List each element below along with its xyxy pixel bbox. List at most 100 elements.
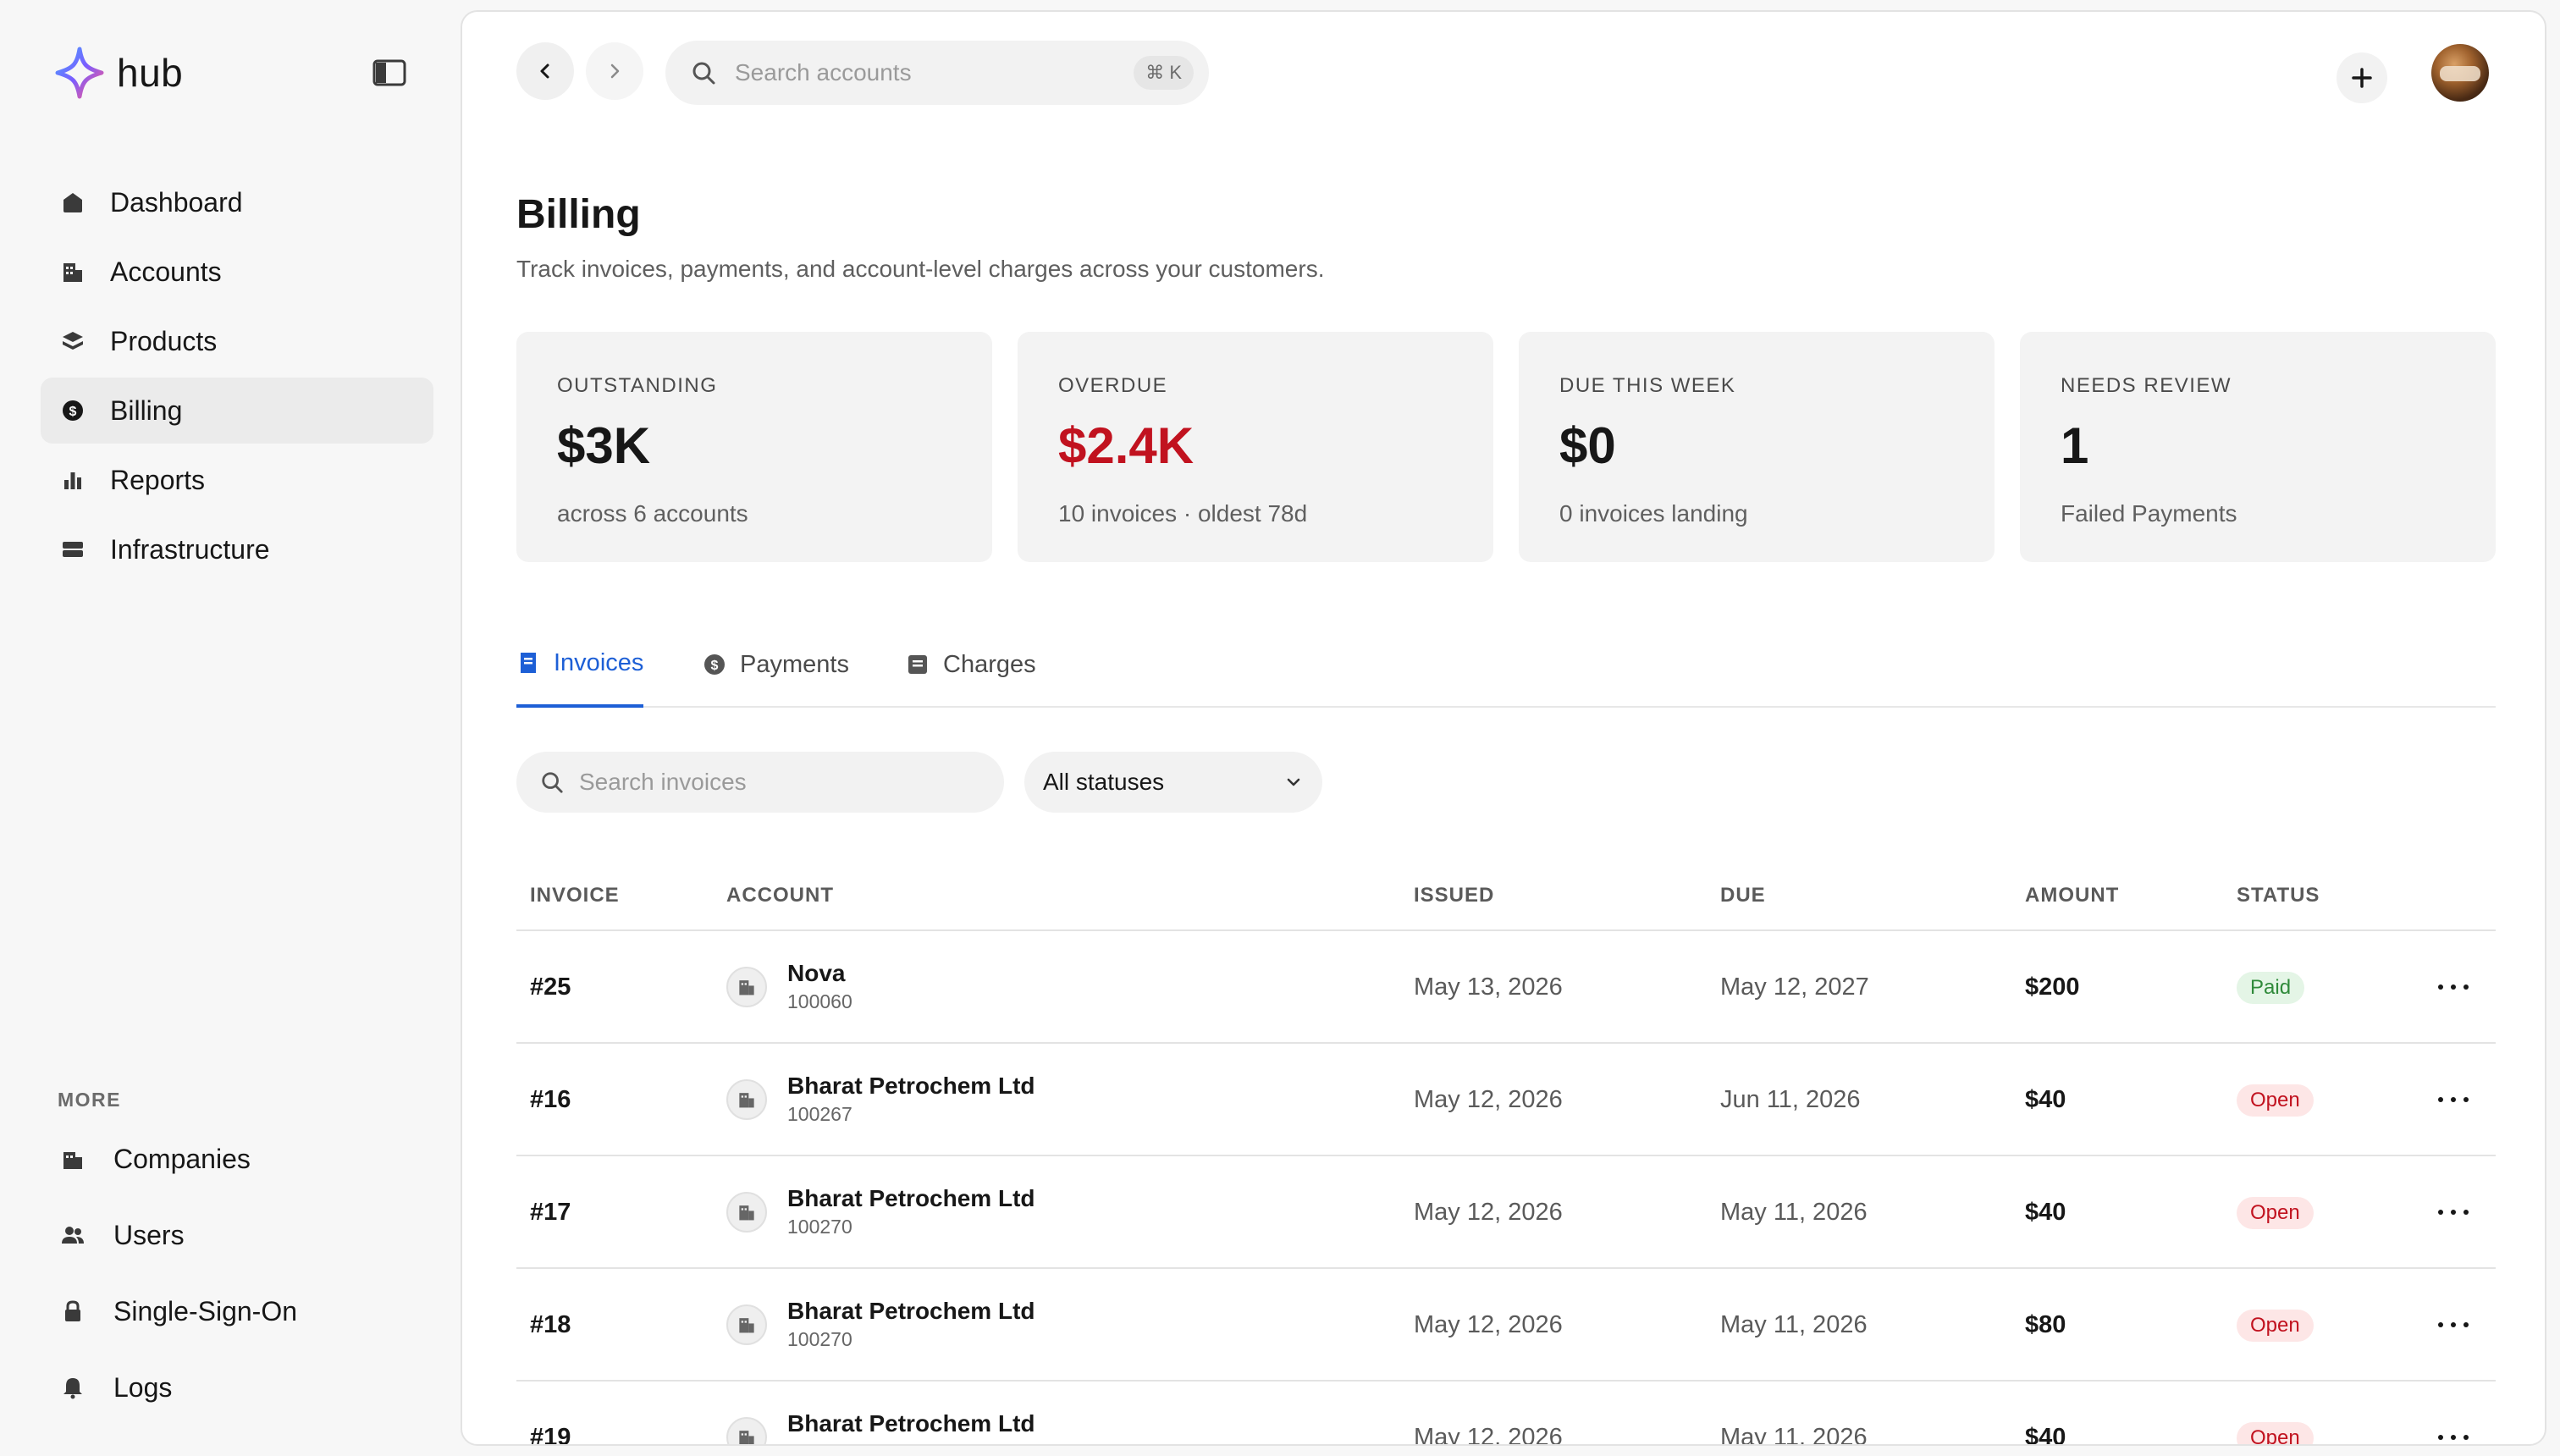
global-search-input[interactable] (735, 59, 1107, 86)
invoice-search[interactable] (516, 752, 1004, 813)
account-id: 100267 (787, 1103, 852, 1125)
table-row[interactable]: #17 Bharat Petrochem Ltd 100270 May 12, … (516, 1156, 2496, 1269)
sidebar-item-label: Accounts (110, 256, 222, 287)
stat-value: $0 (1559, 417, 1616, 474)
stat-card-needs-review: NEEDS REVIEW 1 Failed Payments (2020, 332, 2496, 562)
top-bar: ⌘ K (462, 12, 2545, 134)
invoice-amount: $80 (2025, 1311, 2066, 1338)
account-building-icon (726, 1079, 767, 1120)
brand[interactable]: hub (54, 42, 183, 103)
sidebar-toggle-button[interactable] (371, 58, 408, 88)
invoice-search-input[interactable] (579, 769, 985, 796)
more-section-label: MORE (58, 1089, 121, 1111)
table-row[interactable]: #18 Bharat Petrochem Ltd 100270 May 12, … (516, 1269, 2496, 1382)
search-shortcut-hint: ⌘ K (1134, 56, 1194, 90)
page-title: Billing (516, 192, 641, 237)
sidebar-item-users[interactable]: Users (41, 1199, 433, 1271)
sidebar-item-label: Billing (110, 394, 183, 426)
users-icon (61, 1223, 85, 1247)
account-name[interactable]: Bharat Petrochem Ltd (787, 1073, 1035, 1100)
column-header-status[interactable]: STATUS (2237, 884, 2320, 907)
create-button[interactable] (2337, 52, 2387, 103)
row-more-options-icon[interactable] (2438, 977, 2469, 997)
row-more-options-icon[interactable] (2438, 1202, 2469, 1222)
account-name[interactable]: Bharat Petrochem Ltd (787, 1410, 1035, 1437)
plus-icon (2352, 68, 2372, 88)
primary-nav: Dashboard Accounts Products $ Billing Re… (41, 169, 433, 586)
account-building-icon (726, 1192, 767, 1233)
forward-button[interactable] (586, 42, 643, 100)
due-date: May 11, 2026 (1720, 1311, 1868, 1338)
column-header-due[interactable]: DUE (1720, 884, 1766, 907)
sidebar-item-dashboard[interactable]: Dashboard (41, 169, 433, 235)
layers-icon (61, 329, 85, 353)
sidebar-item-accounts[interactable]: Accounts (41, 239, 433, 305)
invoices-table: INVOICE ACCOUNT ISSUED DUE AMOUNT STATUS… (516, 858, 2496, 1444)
main-panel: ⌘ K Billing Track invoices, payments, an… (461, 10, 2546, 1446)
invoice-number: #25 (530, 973, 571, 1001)
invoice-amount: $40 (2025, 1199, 2066, 1226)
status-badge: Open (2237, 1084, 2314, 1117)
page-subtitle: Track invoices, payments, and account-le… (516, 256, 1325, 282)
row-more-options-icon[interactable] (2438, 1315, 2469, 1335)
svg-text:$: $ (69, 405, 77, 419)
issued-date: May 12, 2026 (1414, 1199, 1563, 1226)
column-header-invoice[interactable]: INVOICE (530, 884, 620, 907)
stat-note: across 6 accounts (557, 500, 748, 527)
bell-icon (61, 1376, 85, 1399)
column-header-account[interactable]: ACCOUNT (726, 884, 834, 907)
stat-value: 1 (2061, 417, 2089, 474)
sidebar-item-sso[interactable]: Single-Sign-On (41, 1275, 433, 1348)
tab-charges[interactable]: Charges (906, 621, 1036, 708)
sidebar-item-infrastructure[interactable]: Infrastructure (41, 516, 433, 582)
stat-card-overdue: OVERDUE $2.4K 10 invoices · oldest 78d (1018, 332, 1493, 562)
account-id: 100060 (787, 990, 852, 1012)
bar-chart-icon (61, 468, 85, 492)
stat-note: 10 invoices · oldest 78d (1058, 500, 1308, 527)
sidebar-item-label: Single-Sign-On (113, 1295, 297, 1326)
table-header: INVOICE ACCOUNT ISSUED DUE AMOUNT STATUS (516, 858, 2496, 931)
back-button[interactable] (516, 42, 574, 100)
sidebar-item-products[interactable]: Products (41, 308, 433, 374)
receipt-icon (906, 653, 930, 676)
tab-payments[interactable]: $ Payments (703, 621, 849, 708)
table-row[interactable]: #19 Bharat Petrochem Ltd 100273 May 12, … (516, 1382, 2496, 1444)
account-name[interactable]: Bharat Petrochem Ltd (787, 1298, 1035, 1325)
chevron-right-icon (610, 63, 620, 79)
tab-label: Charges (943, 650, 1036, 678)
status-filter-select[interactable]: All statuses (1024, 752, 1322, 813)
due-date: May 11, 2026 (1720, 1199, 1868, 1226)
table-row[interactable]: #25 Nova 100060 May 13, 2026 May 12, 202… (516, 931, 2496, 1044)
sidebar-item-label: Companies (113, 1143, 251, 1174)
row-more-options-icon[interactable] (2438, 1427, 2469, 1444)
dollar-circle-icon: $ (61, 399, 85, 422)
column-header-issued[interactable]: ISSUED (1414, 884, 1494, 907)
invoice-number: #16 (530, 1086, 571, 1113)
stat-card-outstanding: OUTSTANDING $3K across 6 accounts (516, 332, 992, 562)
sidebar-item-reports[interactable]: Reports (41, 447, 433, 513)
row-more-options-icon[interactable] (2438, 1089, 2469, 1110)
stat-value: $2.4K (1058, 417, 1194, 474)
sidebar-item-billing[interactable]: $ Billing (41, 378, 433, 444)
table-row[interactable]: #16 Bharat Petrochem Ltd 100267 May 12, … (516, 1044, 2496, 1156)
invoice-amount: $40 (2025, 1086, 2066, 1113)
chevron-left-icon (540, 63, 549, 79)
status-filter-value: All statuses (1043, 769, 1165, 795)
invoice-number: #18 (530, 1311, 571, 1338)
sidebar-item-label: Products (110, 325, 218, 356)
global-search[interactable]: ⌘ K (665, 41, 1209, 105)
billing-tabs: Invoices $ Payments Charges (516, 621, 2496, 708)
tab-invoices[interactable]: Invoices (516, 621, 644, 708)
status-badge: Open (2237, 1422, 2314, 1444)
column-header-amount[interactable]: AMOUNT (2025, 884, 2119, 907)
lock-icon (61, 1299, 85, 1323)
sidebar-item-companies[interactable]: Companies (41, 1122, 433, 1195)
chevron-down-icon (1287, 778, 1300, 786)
account-name[interactable]: Bharat Petrochem Ltd (787, 1185, 1035, 1212)
hub-logo-icon (55, 47, 104, 99)
account-name[interactable]: Nova (787, 960, 845, 987)
user-avatar[interactable] (2431, 44, 2489, 102)
dollar-circle-icon: $ (703, 653, 726, 676)
sidebar-item-logs[interactable]: Logs (41, 1351, 433, 1424)
search-icon (692, 62, 715, 85)
